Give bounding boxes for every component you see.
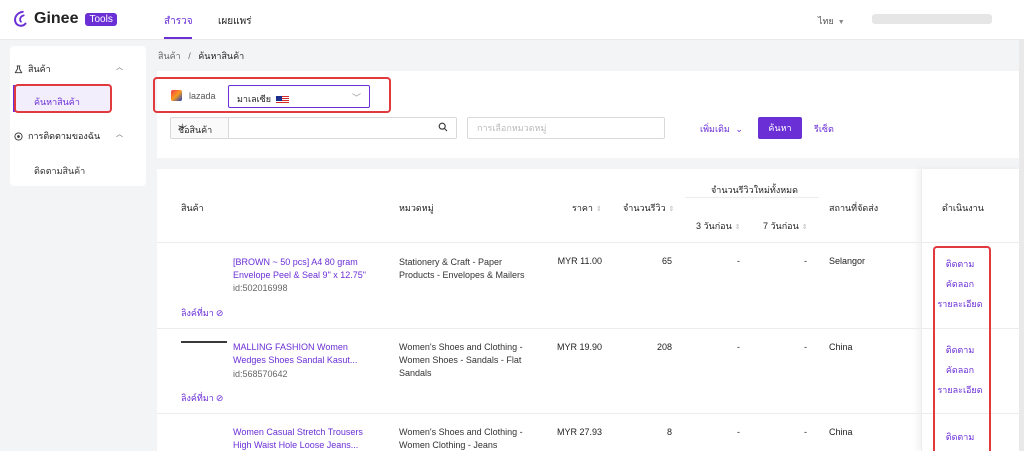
reviews-7d-value: - bbox=[804, 427, 807, 437]
category-text: Stationery & Craft - Paper Products - En… bbox=[399, 257, 525, 280]
logo-text: Ginee bbox=[34, 10, 79, 27]
origin-link-label: ลิงค์ที่มา bbox=[181, 308, 214, 318]
product-title-link[interactable]: [BROWN ~ 50 pcs] A4 80 gram Envelope Pee… bbox=[233, 256, 375, 282]
header-actions: ดำเนินงาน bbox=[942, 203, 984, 213]
more-filters-label: เพิ่มเติม bbox=[700, 124, 730, 134]
link-icon: ⊘ bbox=[215, 393, 224, 403]
header-reviews[interactable]: จำนวนรีวิว ⇕ bbox=[623, 201, 675, 215]
ginee-logo-icon bbox=[14, 10, 27, 27]
product-thumbnail[interactable] bbox=[181, 341, 227, 343]
origin-link[interactable]: ลิงค์ที่มา ⊘ bbox=[181, 391, 223, 405]
sidebar-group-label: การติดตามของฉัน bbox=[28, 131, 101, 141]
reviews-7d-value: - bbox=[804, 342, 807, 352]
target-icon bbox=[14, 131, 23, 141]
product-id: id:502016998 bbox=[233, 283, 288, 293]
header-price-label: ราคา bbox=[572, 203, 593, 213]
header-new-reviews-group: จำนวนรีวิวใหม่ทั้งหมด bbox=[711, 185, 798, 195]
price-value: MYR 19.90 bbox=[556, 342, 602, 352]
double-chevron-down-icon: ⌄ bbox=[735, 124, 743, 134]
category-select-input[interactable] bbox=[467, 117, 665, 139]
sidebar-group-products[interactable]: สินค้า bbox=[14, 62, 51, 76]
header-group-divider bbox=[685, 197, 819, 198]
tab-explore[interactable]: สำรวจ bbox=[164, 14, 193, 29]
flask-icon bbox=[14, 64, 23, 73]
sidebar-group-my-tracking[interactable]: การติดตามของฉัน bbox=[14, 129, 100, 143]
origin-link[interactable]: ลิงค์ที่มา ⊘ bbox=[181, 306, 223, 320]
logo[interactable]: Ginee Tools bbox=[12, 10, 117, 28]
reviews-3d-value: - bbox=[737, 342, 740, 352]
language-selector[interactable]: ไทย ▼ bbox=[818, 14, 845, 28]
tab-publish[interactable]: เผยแพร่ bbox=[218, 14, 252, 29]
sort-icon: ⇕ bbox=[801, 224, 808, 231]
product-id: id:568570642 bbox=[233, 369, 288, 379]
reviews-3d-value: - bbox=[737, 427, 740, 437]
row-divider bbox=[157, 413, 1024, 414]
header-reviews-7d[interactable]: 7 วันก่อน ⇕ bbox=[763, 219, 808, 233]
language-label: ไทย bbox=[818, 16, 834, 26]
breadcrumb: สินค้า / ค้นหาสินค้า bbox=[158, 49, 244, 63]
header-price[interactable]: ราคา ⇕ bbox=[572, 201, 602, 215]
reviews-3d-value: - bbox=[737, 256, 740, 266]
ship-from-value: China bbox=[829, 342, 853, 352]
ship-from-value: China bbox=[829, 427, 853, 437]
price-value: MYR 27.93 bbox=[556, 427, 602, 437]
logo-badge: Tools bbox=[85, 12, 117, 26]
row-divider bbox=[157, 328, 1024, 329]
highlight-box-actions bbox=[933, 246, 991, 451]
sort-icon: ⇕ bbox=[734, 224, 741, 231]
header-product: สินค้า bbox=[181, 203, 204, 213]
highlight-box-platform bbox=[153, 77, 391, 113]
product-title-link[interactable]: Women Casual Stretch Trousers High Waist… bbox=[233, 426, 375, 451]
page-scrollbar[interactable] bbox=[1019, 40, 1024, 451]
sort-icon: ⇕ bbox=[668, 206, 675, 213]
breadcrumb-current: ค้นหาสินค้า bbox=[198, 51, 245, 61]
breadcrumb-separator: / bbox=[188, 51, 191, 61]
product-title-link[interactable]: MALLING FASHION Women Wedges Shoes Sanda… bbox=[233, 341, 375, 367]
row-divider bbox=[157, 242, 1024, 243]
header-reviews-label: จำนวนรีวิว bbox=[623, 203, 666, 213]
breadcrumb-parent[interactable]: สินค้า bbox=[158, 51, 181, 61]
more-filters-button[interactable]: เพิ่มเติม ⌄ bbox=[700, 122, 743, 136]
reset-button[interactable]: รีเซ็ต bbox=[814, 122, 834, 136]
search-field-select[interactable]: ชื่อสินค้า ﹀ bbox=[170, 117, 229, 139]
header-reviews-3d[interactable]: 3 วันก่อน ⇕ bbox=[696, 219, 741, 233]
reviews-value: 8 bbox=[666, 427, 672, 437]
origin-link-label: ลิงค์ที่มา bbox=[181, 393, 214, 403]
reviews-value: 208 bbox=[656, 342, 672, 352]
link-icon: ⊘ bbox=[215, 308, 224, 318]
reviews-value: 65 bbox=[661, 256, 672, 266]
search-button[interactable]: ค้นหา bbox=[758, 117, 802, 139]
header-reviews-7d-label: 7 วันก่อน bbox=[763, 221, 799, 231]
search-input[interactable] bbox=[228, 117, 457, 139]
sidebar-item-tracked-products[interactable]: ติดตามสินค้า bbox=[34, 164, 85, 178]
header-ship-from: สถานที่จัดส่ง bbox=[829, 203, 879, 213]
search-icon[interactable] bbox=[438, 122, 448, 132]
user-account-blurred[interactable] bbox=[872, 14, 992, 24]
chevron-down-icon: ﹀ bbox=[178, 125, 188, 135]
chevron-up-icon[interactable]: ︿ bbox=[116, 129, 123, 139]
price-value: MYR 11.00 bbox=[557, 256, 602, 266]
header-reviews-3d-label: 3 วันก่อน bbox=[696, 221, 732, 231]
category-text: Women's Shoes and Clothing - Women Shoes… bbox=[399, 342, 523, 378]
ship-from-value: Selangor bbox=[829, 256, 866, 266]
caret-down-icon: ▼ bbox=[837, 19, 845, 26]
reviews-7d-value: - bbox=[804, 256, 807, 266]
top-bar: Ginee Tools สำรวจ เผยแพร่ ไทย ▼ bbox=[0, 0, 1024, 40]
sidebar-group-label: สินค้า bbox=[28, 64, 51, 74]
highlight-box-sidebar bbox=[14, 84, 112, 113]
sort-icon: ⇕ bbox=[595, 206, 602, 213]
header-category: หมวดหมู่ bbox=[399, 203, 434, 213]
active-tab-indicator bbox=[164, 37, 192, 39]
category-text: Women's Shoes and Clothing - Women Cloth… bbox=[399, 427, 523, 450]
chevron-up-icon[interactable]: ︿ bbox=[116, 62, 123, 72]
